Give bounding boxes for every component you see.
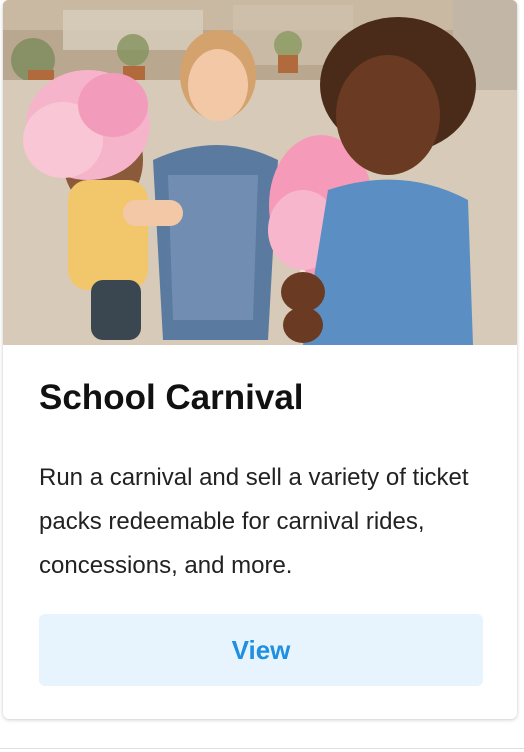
view-button[interactable]: View (39, 614, 483, 686)
card-image[interactable] (3, 0, 517, 345)
card-title: School Carnival (39, 378, 304, 417)
card-description: Run a carnival and sell a variety of tic… (39, 464, 469, 579)
event-card[interactable]: School Carnival Run a carnival and sell … (3, 0, 517, 719)
divider (0, 748, 524, 749)
